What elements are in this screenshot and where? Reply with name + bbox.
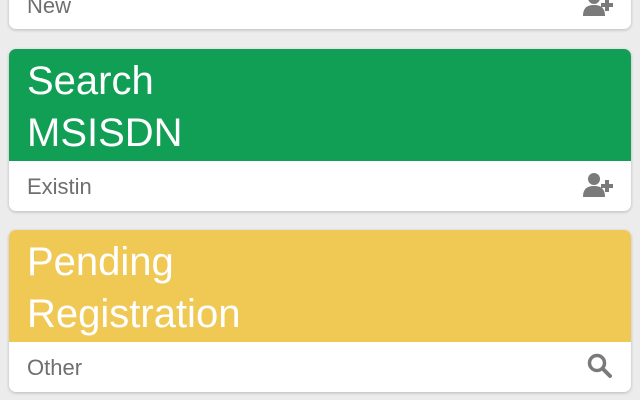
card-title: Pending Registration <box>9 230 631 342</box>
card-footer-label: Other <box>27 355 83 380</box>
card-search-msisdn[interactable]: Search MSISDN Existin <box>9 49 631 211</box>
screen: New Search MSISDN Existin Pending Regist… <box>0 0 640 400</box>
add-user-icon[interactable] <box>583 172 613 198</box>
search-icon[interactable] <box>587 353 613 379</box>
add-user-icon[interactable] <box>583 0 613 17</box>
card-footer: Other <box>9 342 631 392</box>
card-pending-registration[interactable]: Pending Registration Other <box>9 230 631 392</box>
card-footer-label: New <box>27 0 72 18</box>
card-footer-label: Existin <box>27 174 92 199</box>
card-footer: New <box>9 0 631 29</box>
card-footer: Existin <box>9 161 631 211</box>
card-new-registration[interactable]: New <box>9 0 631 29</box>
card-title: Search MSISDN <box>9 49 631 161</box>
